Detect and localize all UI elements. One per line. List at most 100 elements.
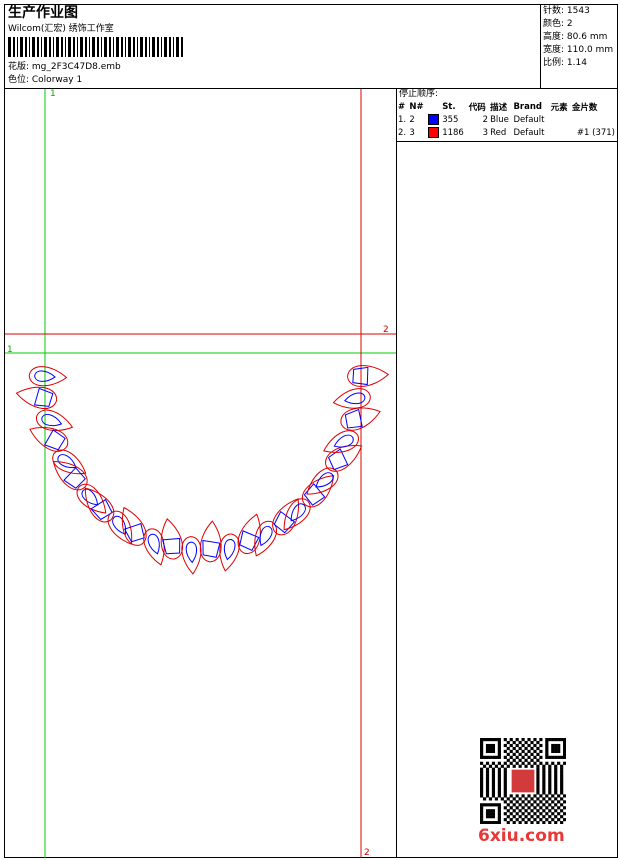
qr-module: [548, 785, 552, 789]
qr-module: [551, 743, 555, 748]
qr-module: [503, 776, 507, 780]
qr-module: [503, 770, 507, 774]
qr-module: [485, 761, 490, 765]
qr-module: [536, 752, 540, 756]
qr-module: [497, 761, 501, 765]
qr-module: [530, 797, 534, 801]
qr-module: [491, 746, 496, 751]
qr-module: [545, 746, 549, 751]
qr-module: [560, 782, 564, 786]
qr-module: [548, 821, 552, 824]
qr-module: [482, 821, 487, 824]
qr-module: [497, 803, 501, 807]
qr-module: [518, 797, 522, 801]
qr-module: [485, 785, 490, 789]
qr-module: [497, 743, 501, 748]
qr-module: [497, 812, 501, 816]
col-index: #: [398, 102, 406, 112]
qr-module: [512, 764, 516, 768]
qr-module: [554, 764, 558, 768]
qr-module: [480, 782, 484, 786]
qr-module: [503, 794, 507, 798]
qr-module: [521, 738, 525, 742]
qr-module: [488, 797, 493, 801]
qr-module: [512, 758, 516, 762]
qr-module: [563, 740, 566, 745]
qr-module: [488, 812, 493, 816]
qr-module: [480, 815, 484, 819]
qr-module: [482, 755, 487, 759]
qr-module: [554, 785, 558, 789]
qr-module: [527, 818, 531, 822]
qr-module: [530, 809, 534, 813]
qr-module: [518, 758, 522, 762]
qr-module: [563, 752, 566, 756]
qr-module: [485, 746, 490, 751]
qr-module: [482, 797, 487, 801]
qr-module: [480, 779, 484, 783]
qr-module: [554, 773, 558, 777]
diamond-inner: [162, 537, 181, 555]
col-code: 代码: [468, 103, 486, 113]
qr-module: [494, 755, 498, 759]
qr-module: [518, 752, 522, 756]
qr-module: [539, 794, 543, 798]
qr-module: [480, 809, 484, 813]
qr-module: [560, 755, 564, 759]
qr-module: [554, 743, 558, 748]
qr-module: [497, 738, 501, 742]
qr-module: [533, 749, 537, 754]
qr-module: [480, 755, 484, 759]
qr-module: [536, 767, 540, 771]
qr-module: [542, 770, 546, 774]
qr-module: [509, 761, 513, 765]
qr-module: [494, 764, 498, 768]
qr-module: [491, 738, 496, 742]
embroidery-design-canvas: 1 1 2 2: [5, 89, 396, 858]
qr-module: [485, 738, 490, 742]
qr-module: [557, 749, 561, 754]
qr-module: [557, 800, 561, 804]
qr-module: [491, 812, 496, 816]
col-needle: N#: [409, 102, 424, 112]
qr-module: [536, 746, 540, 751]
qr-module: [485, 821, 490, 824]
qr-module: [563, 749, 566, 754]
qr-module: [548, 803, 552, 807]
qr-module: [494, 738, 498, 742]
qr-module: [551, 738, 555, 742]
qr-module: [497, 749, 501, 754]
qr-module: [542, 803, 546, 807]
qr-module: [527, 738, 531, 742]
qr-module: [506, 764, 510, 768]
qr-module: [548, 779, 552, 783]
diamond-inner: [63, 467, 86, 489]
qr-module: [485, 776, 490, 780]
qr-module: [488, 815, 493, 819]
qr-module: [509, 800, 513, 804]
qr-module: [524, 764, 528, 768]
qr-logo: [510, 768, 536, 794]
qr-module: [518, 740, 522, 745]
qr-module: [485, 791, 490, 795]
qr-module: [503, 767, 507, 771]
qr-module: [521, 818, 525, 822]
qr-module: [533, 743, 537, 748]
qr-module: [536, 764, 540, 768]
qr-module: [497, 746, 501, 751]
qr-module: [518, 746, 522, 751]
qr-module: [545, 743, 549, 748]
qr-module: [497, 782, 501, 786]
teardrop-inner: [41, 413, 63, 427]
qr-module: [491, 782, 496, 786]
col-sequins: 金片数: [571, 103, 598, 113]
qr-module: [491, 773, 496, 777]
qr-module: [488, 764, 493, 768]
qr-module: [488, 821, 493, 824]
qr-module: [521, 806, 525, 810]
teardrop-outline: [143, 528, 165, 566]
teardrop-outline: [323, 430, 359, 453]
qr-module: [512, 803, 516, 807]
diamond-inner: [303, 483, 326, 506]
qr-module: [560, 815, 564, 819]
